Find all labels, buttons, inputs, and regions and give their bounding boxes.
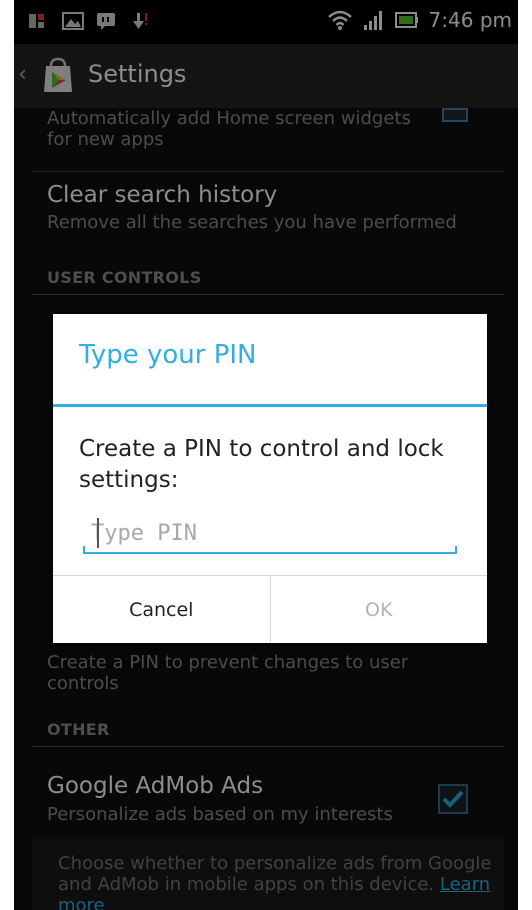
- android-screen: 7:46 pm ‹ Settings Automatically add Hom…: [14, 0, 518, 910]
- pin-input[interactable]: [85, 514, 461, 552]
- cancel-button[interactable]: Cancel: [53, 576, 271, 643]
- pin-input-underline: [83, 546, 457, 554]
- dialog-button-row: Cancel OK: [53, 575, 487, 643]
- dialog-title: Type your PIN: [79, 340, 257, 370]
- ok-button[interactable]: OK: [270, 576, 487, 643]
- text-cursor: [97, 518, 99, 548]
- dialog-message: Create a PIN to control and lock setting…: [79, 436, 444, 493]
- pin-dialog: Type your PIN Create a PIN to control an…: [53, 314, 487, 643]
- dialog-title-divider: [53, 404, 487, 407]
